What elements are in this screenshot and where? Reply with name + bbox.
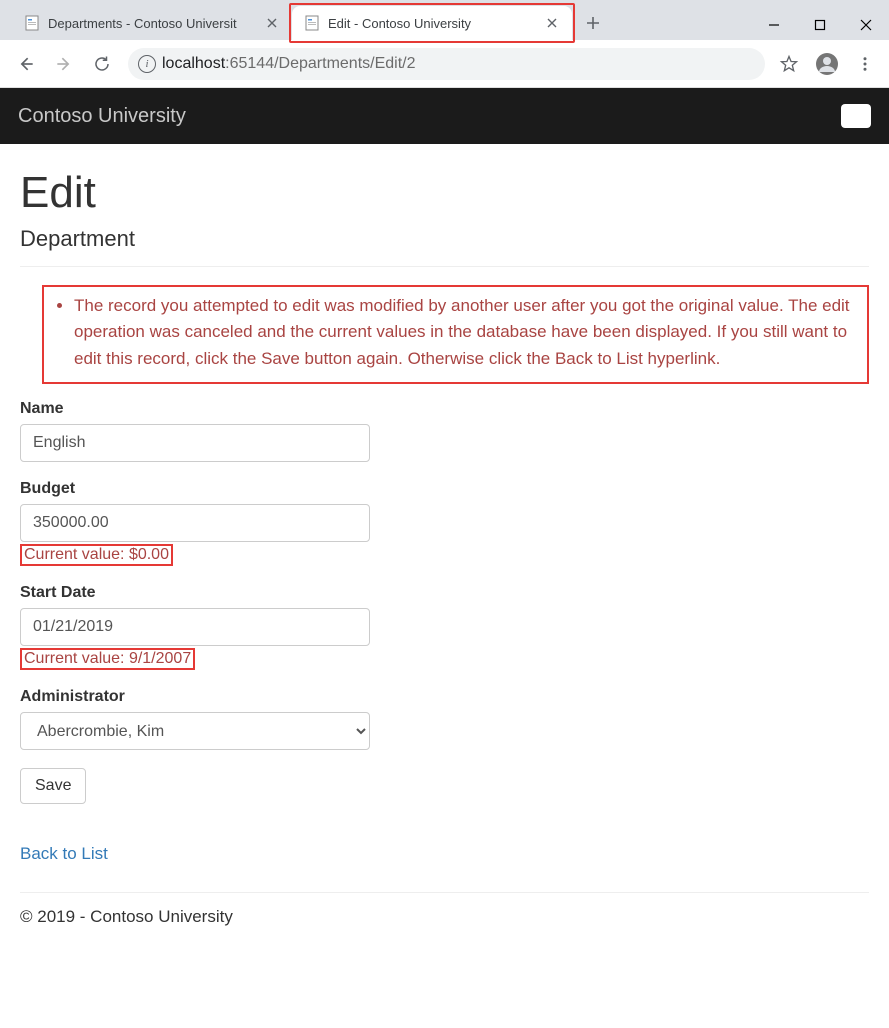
address-bar: i localhost:65144/Departments/Edit/2 (0, 40, 889, 88)
url-host: localhost (162, 55, 225, 72)
tab-favicon-icon (304, 15, 320, 31)
validation-summary: The record you attempted to edit was mod… (42, 285, 869, 384)
kebab-menu-icon[interactable] (849, 48, 881, 80)
form-group-administrator: Administrator Abercrombie, Kim (20, 688, 869, 750)
tab-close-icon[interactable] (544, 15, 560, 31)
url-path: /Departments/Edit/2 (274, 55, 415, 72)
startdate-validation-message: Current value: 9/1/2007 (20, 648, 195, 670)
save-button[interactable]: Save (20, 768, 86, 804)
footer-divider (20, 892, 869, 893)
edit-form: Name Budget Current value: $0.00 Start D… (20, 400, 869, 804)
budget-label: Budget (20, 480, 869, 498)
budget-validation-message: Current value: $0.00 (20, 544, 173, 566)
bookmark-star-icon[interactable] (773, 48, 805, 80)
form-group-name: Name (20, 400, 869, 462)
form-group-startdate: Start Date Current value: 9/1/2007 (20, 584, 869, 670)
titlebar: Departments - Contoso Universit Edit - C… (0, 0, 889, 40)
window-maximize-button[interactable] (797, 10, 843, 40)
nav-reload-button[interactable] (84, 46, 120, 82)
profile-avatar-icon[interactable] (811, 48, 843, 80)
tab-close-icon[interactable] (264, 15, 280, 31)
site-info-icon[interactable]: i (138, 55, 156, 73)
site-navbar: Contoso University (0, 88, 889, 144)
administrator-select[interactable]: Abercrombie, Kim (20, 712, 370, 750)
site-brand[interactable]: Contoso University (18, 105, 186, 128)
nav-forward-button[interactable] (46, 46, 82, 82)
window-close-button[interactable] (843, 10, 889, 40)
nav-back-button[interactable] (8, 46, 44, 82)
new-tab-button[interactable] (578, 8, 608, 38)
page-subtitle: Department (20, 226, 869, 252)
divider (20, 266, 869, 267)
window-minimize-button[interactable] (751, 10, 797, 40)
validation-summary-message: The record you attempted to edit was mod… (74, 293, 859, 372)
name-input[interactable] (20, 424, 370, 462)
tab-title: Edit - Contoso University (328, 16, 536, 31)
url-port: :65144 (225, 55, 274, 72)
startdate-label: Start Date (20, 584, 869, 602)
name-label: Name (20, 400, 869, 418)
budget-input[interactable] (20, 504, 370, 542)
browser-chrome: Departments - Contoso Universit Edit - C… (0, 0, 889, 88)
administrator-label: Administrator (20, 688, 869, 706)
tab-strip: Departments - Contoso Universit Edit - C… (0, 6, 608, 40)
startdate-input[interactable] (20, 608, 370, 646)
form-group-submit: Save (20, 768, 869, 804)
page-footer: © 2019 - Contoso University (20, 907, 869, 943)
url-text: localhost:65144/Departments/Edit/2 (162, 55, 416, 73)
browser-tab-active[interactable]: Edit - Contoso University (292, 6, 572, 40)
form-group-budget: Budget Current value: $0.00 (20, 480, 869, 566)
toolbar-right (773, 48, 881, 80)
page-title: Edit (20, 168, 869, 218)
back-to-list-link[interactable]: Back to List (20, 844, 108, 864)
tab-title: Departments - Contoso Universit (48, 16, 256, 31)
navbar-toggle-button[interactable] (841, 104, 871, 128)
omnibox[interactable]: i localhost:65144/Departments/Edit/2 (128, 48, 765, 80)
browser-tab-inactive[interactable]: Departments - Contoso Universit (12, 6, 292, 40)
page-content: Edit Department The record you attempted… (0, 144, 889, 943)
tab-favicon-icon (24, 15, 40, 31)
window-controls (751, 10, 889, 40)
